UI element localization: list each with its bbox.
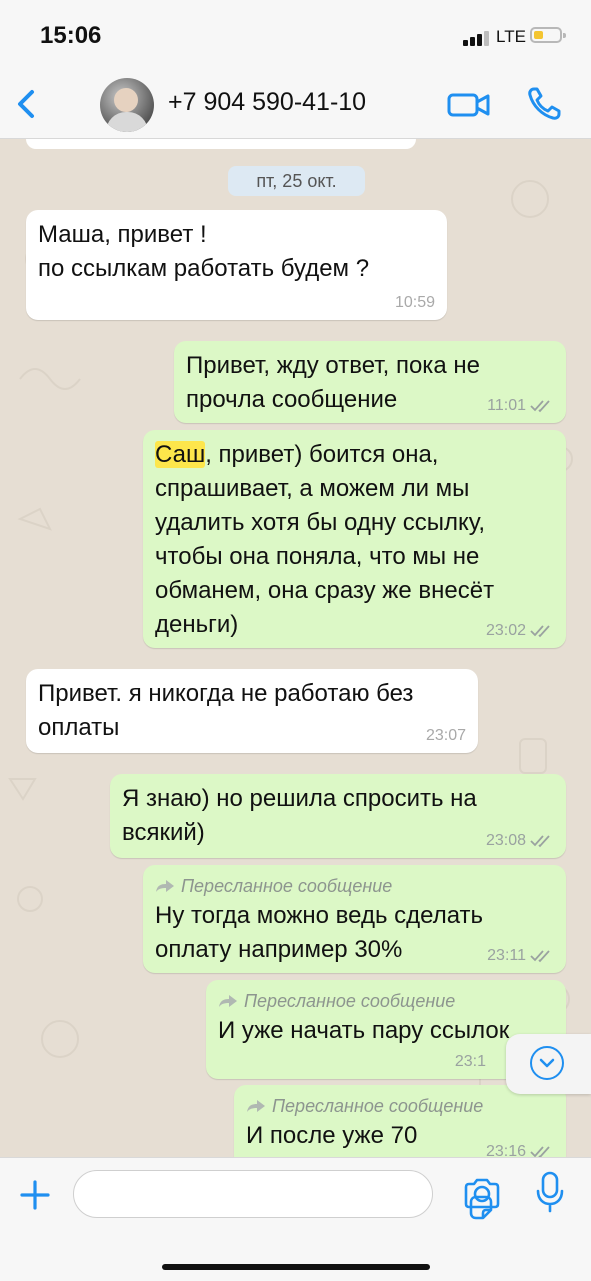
message-outgoing[interactable]: Саш, привет) боится она, спрашивает, а м… bbox=[143, 430, 566, 648]
read-receipt-icon bbox=[530, 835, 550, 848]
forwarded-label: Пересланное сообщение bbox=[155, 873, 554, 899]
message-incoming[interactable]: Привет. я никогда не работаю без оплаты … bbox=[26, 669, 478, 753]
status-bar: 15:06 LTE bbox=[0, 0, 591, 72]
read-receipt-icon bbox=[530, 950, 550, 963]
contact-name[interactable]: +7 904 590-41-10 bbox=[168, 88, 366, 117]
forward-icon bbox=[156, 880, 174, 892]
forward-icon bbox=[219, 995, 237, 1007]
forwarded-label: Пересланное сообщение bbox=[246, 1093, 554, 1119]
read-receipt-icon bbox=[530, 625, 550, 638]
video-call-icon[interactable] bbox=[446, 88, 492, 122]
forwarded-text: Пересланное сообщение bbox=[272, 1095, 484, 1116]
date-separator: пт, 25 окт. bbox=[228, 166, 365, 196]
highlighted-text: Саш bbox=[155, 441, 206, 468]
voice-call-icon[interactable] bbox=[524, 84, 564, 124]
read-receipt-icon bbox=[530, 400, 550, 413]
chat-header: +7 904 590-41-10 bbox=[0, 72, 591, 139]
message-text: Саш, привет) боится она, спрашивает, а м… bbox=[155, 438, 554, 642]
camera-icon[interactable] bbox=[462, 1174, 502, 1214]
message-text-rest: , привет) боится она, спрашивает, а може… bbox=[155, 441, 495, 638]
message-outgoing[interactable]: Пересланное сообщение И после уже 70 23:… bbox=[234, 1085, 566, 1157]
chevron-down-icon bbox=[530, 1046, 564, 1080]
home-indicator bbox=[162, 1264, 430, 1270]
message-text: Привет. я никогда не работаю без оплаты bbox=[38, 680, 414, 741]
read-receipt-icon bbox=[530, 1146, 550, 1157]
message-outgoing[interactable]: Привет, жду ответ, пока не прочла сообще… bbox=[174, 341, 566, 423]
message-incoming[interactable]: Маша, привет ! по ссылкам работать будем… bbox=[26, 210, 447, 320]
message-outgoing[interactable]: Пересланное сообщение Ну тогда можно вед… bbox=[143, 865, 566, 973]
microphone-icon[interactable] bbox=[534, 1170, 566, 1214]
message-time: 23:07 bbox=[425, 727, 466, 744]
message-time: 23:1 bbox=[454, 1053, 486, 1070]
message-time: 23:16 bbox=[485, 1143, 526, 1157]
message-time: 23:08 bbox=[485, 832, 526, 849]
composer-bar bbox=[0, 1157, 591, 1281]
battery-icon bbox=[530, 27, 566, 43]
forwarded-text: Пересланное сообщение bbox=[244, 990, 456, 1011]
status-time: 15:06 bbox=[40, 22, 102, 49]
message-text: И уже начать пару ссылок bbox=[218, 1017, 510, 1044]
message-time: 11:01 bbox=[487, 397, 526, 414]
forwarded-label: Пересланное сообщение bbox=[218, 988, 554, 1014]
forwarded-text: Пересланное сообщение bbox=[181, 875, 393, 896]
previous-message-edge bbox=[26, 139, 416, 149]
plus-icon[interactable] bbox=[16, 1176, 54, 1214]
forward-icon bbox=[247, 1100, 265, 1112]
message-text: Маша, привет ! по ссылкам работать будем… bbox=[38, 221, 370, 282]
message-time: 10:59 bbox=[394, 294, 435, 311]
network-label: LTE bbox=[496, 27, 526, 46]
back-icon[interactable] bbox=[8, 84, 48, 124]
message-list[interactable]: пт, 25 окт. Маша, привет ! по ссылкам ра… bbox=[0, 139, 591, 1157]
scroll-to-bottom-button[interactable] bbox=[506, 1034, 591, 1094]
message-time: 23:11 bbox=[487, 947, 526, 964]
message-outgoing[interactable]: Я знаю) но решила спросить на всякий) 23… bbox=[110, 774, 566, 858]
signal-icon bbox=[463, 30, 493, 46]
message-input[interactable] bbox=[73, 1170, 493, 1220]
message-time: 23:02 bbox=[485, 622, 526, 639]
avatar[interactable] bbox=[100, 78, 154, 132]
